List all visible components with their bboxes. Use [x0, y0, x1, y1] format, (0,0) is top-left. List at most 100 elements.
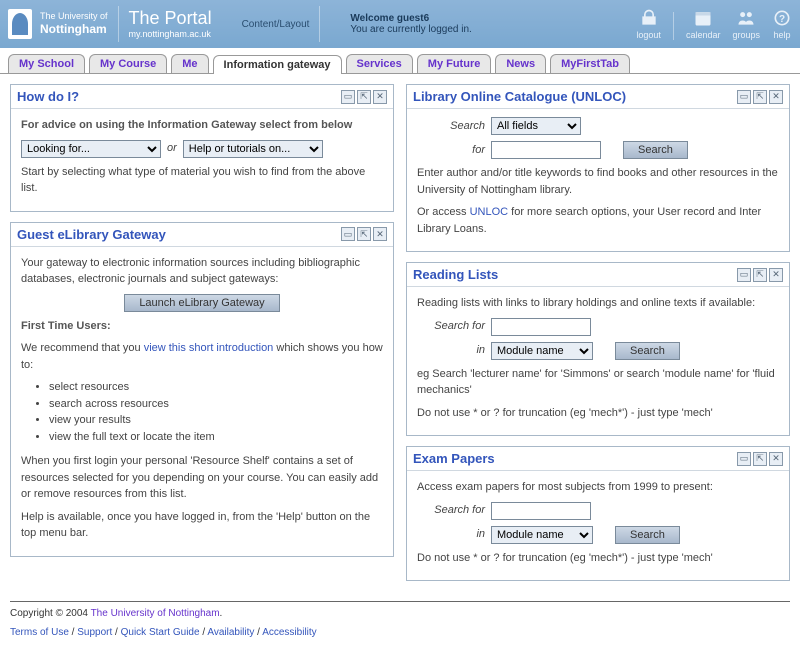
copyright: Copyright © 2004 The University of Notti…: [10, 608, 790, 619]
portlet-title[interactable]: Guest eLibrary Gateway: [17, 227, 166, 242]
minimize-icon[interactable]: ▭: [737, 90, 751, 104]
header-bar: The University of Nottingham The Portal …: [0, 0, 800, 48]
portlet-body: Your gateway to electronic information s…: [11, 247, 393, 556]
portlet-body: Access exam papers for most subjects fro…: [407, 471, 789, 580]
launch-elibrary-button[interactable]: Launch eLibrary Gateway: [124, 294, 279, 312]
close-icon[interactable]: ✕: [769, 452, 783, 466]
maximize-icon[interactable]: ⇱: [753, 268, 767, 282]
tab-myfirsttab[interactable]: MyFirstTab: [550, 54, 630, 73]
groups-label: groups: [732, 30, 760, 40]
looking-for-select[interactable]: Looking for...: [21, 140, 161, 158]
content-area: How do I? ▭ ⇱ ✕ For advice on using the …: [0, 74, 800, 591]
list-item: select resources: [49, 379, 383, 396]
portlet-header: Library Online Catalogue (UNLOC) ▭ ⇱ ✕: [407, 85, 789, 109]
unloc-field-select[interactable]: All fields: [491, 117, 581, 135]
calendar-button[interactable]: calendar: [686, 8, 721, 40]
tab-my-school[interactable]: My School: [8, 54, 85, 73]
maximize-icon[interactable]: ⇱: [357, 90, 371, 104]
unloc-hint2: Or access UNLOC for more search options,…: [417, 204, 779, 237]
close-icon[interactable]: ✕: [769, 90, 783, 104]
maximize-icon[interactable]: ⇱: [753, 452, 767, 466]
tab-services[interactable]: Services: [346, 54, 413, 73]
logo-block: The University of Nottingham: [8, 9, 108, 39]
calendar-label: calendar: [686, 30, 721, 40]
logout-button[interactable]: logout: [636, 8, 661, 40]
left-column: How do I? ▭ ⇱ ✕ For advice on using the …: [10, 84, 394, 581]
logged-in-text: You are currently logged in.: [350, 24, 471, 35]
divider: [673, 12, 674, 40]
reading-search-row: Search for: [417, 318, 779, 336]
reading-eg: eg Search 'lecturer name' for 'Simmons' …: [417, 366, 779, 399]
elib-bullets: select resources search across resources…: [49, 379, 383, 445]
exam-note: Do not use * or ? for truncation (eg 'me…: [417, 550, 779, 567]
tab-information-gateway[interactable]: Information gateway: [213, 55, 342, 74]
groups-button[interactable]: groups: [732, 8, 760, 40]
reading-search-button[interactable]: Search: [615, 342, 680, 360]
maximize-icon[interactable]: ⇱: [357, 227, 371, 241]
groups-icon: [736, 8, 756, 28]
searchfor-label: Search for: [417, 502, 485, 519]
minimize-icon[interactable]: ▭: [341, 227, 355, 241]
tab-my-course[interactable]: My Course: [89, 54, 167, 73]
welcome-label: Welcome guest6: [350, 13, 471, 24]
portlet-header: Guest eLibrary Gateway ▭ ⇱ ✕: [11, 223, 393, 247]
university-name: The University of Nottingham: [40, 11, 108, 36]
in-label: in: [417, 526, 485, 543]
portlet-title[interactable]: Library Online Catalogue (UNLOC): [413, 89, 626, 104]
exam-in-select[interactable]: Module name: [491, 526, 593, 544]
availability-link[interactable]: Availability: [207, 627, 254, 638]
tab-my-future[interactable]: My Future: [417, 54, 492, 73]
unloc-search-button[interactable]: Search: [623, 141, 688, 159]
copyright-pre: Copyright © 2004: [10, 608, 91, 619]
exam-search-button[interactable]: Search: [615, 526, 680, 544]
help-tutorials-select[interactable]: Help or tutorials on...: [183, 140, 323, 158]
portlet-controls: ▭ ⇱ ✕: [737, 90, 783, 104]
minimize-icon[interactable]: ▭: [737, 452, 751, 466]
exam-search-input[interactable]: [491, 502, 591, 520]
maximize-icon[interactable]: ⇱: [753, 90, 767, 104]
exam-intro: Access exam papers for most subjects fro…: [417, 479, 779, 496]
exam-in-row: in Module name Search: [417, 526, 779, 544]
close-icon[interactable]: ✕: [373, 90, 387, 104]
elib-para3: Help is available, once you have logged …: [21, 509, 383, 542]
portal-title-block: The Portal my.nottingham.ac.uk: [129, 8, 212, 40]
reading-in-select[interactable]: Module name: [491, 342, 593, 360]
reading-note: Do not use * or ? for truncation (eg 'me…: [417, 405, 779, 422]
header-icons: logout calendar groups ? help: [636, 8, 792, 40]
close-icon[interactable]: ✕: [769, 268, 783, 282]
unloc-search-input[interactable]: [491, 141, 601, 159]
portlet-title[interactable]: Reading Lists: [413, 267, 498, 282]
support-link[interactable]: Support: [77, 627, 112, 638]
search-label: Search: [417, 118, 485, 135]
list-item: view your results: [49, 412, 383, 429]
tab-news[interactable]: News: [495, 54, 546, 73]
content-layout-link[interactable]: Content/Layout: [242, 19, 310, 30]
university-crest-icon: [8, 9, 32, 39]
hint2-pre: Or access: [417, 206, 470, 218]
reading-search-input[interactable]: [491, 318, 591, 336]
elib-intro: Your gateway to electronic information s…: [21, 255, 383, 288]
university-prefix: The University of: [40, 11, 108, 22]
portlet-controls: ▭ ⇱ ✕: [737, 268, 783, 282]
minimize-icon[interactable]: ▭: [737, 268, 751, 282]
minimize-icon[interactable]: ▭: [341, 90, 355, 104]
right-column: Library Online Catalogue (UNLOC) ▭ ⇱ ✕ S…: [406, 84, 790, 581]
howdoi-portlet: How do I? ▭ ⇱ ✕ For advice on using the …: [10, 84, 394, 212]
exam-search-row: Search for: [417, 502, 779, 520]
view-intro-link[interactable]: view this short introduction: [144, 342, 274, 354]
tab-me[interactable]: Me: [171, 54, 208, 73]
svg-text:?: ?: [779, 14, 785, 25]
accessibility-link[interactable]: Accessibility: [262, 627, 316, 638]
help-label: help: [773, 30, 790, 40]
copyright-link[interactable]: The University of Nottingham: [91, 608, 220, 619]
portlet-header: How do I? ▭ ⇱ ✕: [11, 85, 393, 109]
close-icon[interactable]: ✕: [373, 227, 387, 241]
portlet-title[interactable]: Exam Papers: [413, 451, 495, 466]
quickstart-link[interactable]: Quick Start Guide: [121, 627, 200, 638]
unloc-link[interactable]: UNLOC: [470, 206, 509, 218]
reading-intro: Reading lists with links to library hold…: [417, 295, 779, 312]
portlet-title[interactable]: How do I?: [17, 89, 79, 104]
terms-link[interactable]: Terms of Use: [10, 627, 69, 638]
unloc-portlet: Library Online Catalogue (UNLOC) ▭ ⇱ ✕ S…: [406, 84, 790, 252]
help-button[interactable]: ? help: [772, 8, 792, 40]
